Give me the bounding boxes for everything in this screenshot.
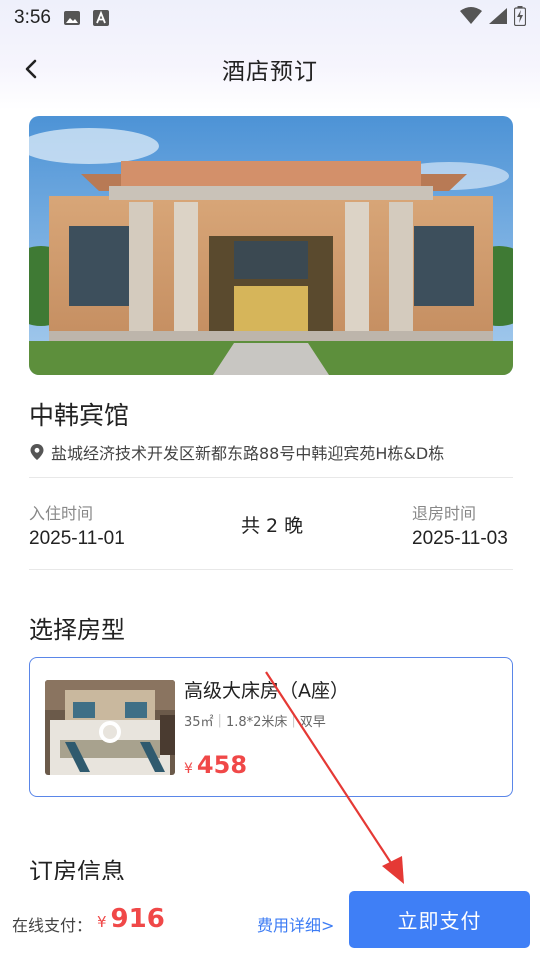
room-area: 35㎡ (184, 715, 214, 730)
spec-separator: | (291, 713, 296, 728)
nav-bar: 酒店预订 (0, 40, 540, 98)
divider (29, 569, 513, 570)
total-amount: ¥ 916 (97, 904, 165, 934)
bottom-bar: 在线支付： ¥ 916 费用详细> 立即支付 (0, 880, 540, 960)
wifi-icon (460, 7, 482, 29)
checkin-date[interactable]: 2025-11-01 (29, 528, 125, 550)
hotel-address: 盐城经济技术开发区新都东路88号中韩迎宾苑H栋&D栋 (51, 444, 445, 463)
signal-icon (488, 7, 508, 29)
total-value: 916 (110, 904, 165, 934)
room-price-value: 458 (196, 751, 248, 779)
location-pin-icon (30, 444, 44, 460)
room-bed: 1.8*2米床 (225, 715, 288, 730)
status-bar: 3:56 (0, 0, 540, 36)
chevron-left-icon (25, 59, 37, 79)
status-time: 3:56 (14, 7, 51, 28)
room-photo (45, 680, 175, 775)
room-name: 高级大床房（A座） (184, 680, 349, 702)
room-breakfast: 双早 (299, 715, 326, 730)
nights-count: 共 2 晚 (241, 515, 304, 537)
image-icon (63, 10, 81, 26)
room-price: ¥ 458 (184, 751, 247, 779)
back-button[interactable] (16, 54, 46, 84)
room-section-title: 选择房型 (29, 616, 125, 644)
hotel-name: 中韩宾馆 (29, 401, 130, 430)
font-icon (92, 10, 109, 26)
online-payment-label: 在线支付： (12, 916, 93, 935)
page-title: 酒店预订 (222, 59, 318, 85)
fee-details-link[interactable]: 费用详细> (257, 912, 334, 936)
battery-icon (513, 6, 527, 30)
room-specs: 35㎡ | 1.8*2米床 | 双早 (184, 711, 326, 730)
spec-separator: | (217, 713, 222, 728)
checkout-date[interactable]: 2025-11-03 (412, 528, 508, 550)
checkin-label: 入住时间 (29, 504, 94, 523)
checkout-label: 退房时间 (412, 504, 477, 523)
hotel-photo (29, 116, 513, 375)
total-currency: ¥ (97, 913, 107, 931)
room-card[interactable]: 高级大床房（A座） 35㎡ | 1.8*2米床 | 双早 ¥ 458 (29, 657, 513, 797)
address-row: 盐城经济技术开发区新都东路88号中韩迎宾苑H栋&D栋 (29, 440, 444, 464)
divider (29, 477, 513, 478)
room-price-currency: ¥ (184, 761, 193, 777)
pay-now-button[interactable]: 立即支付 (349, 891, 530, 948)
